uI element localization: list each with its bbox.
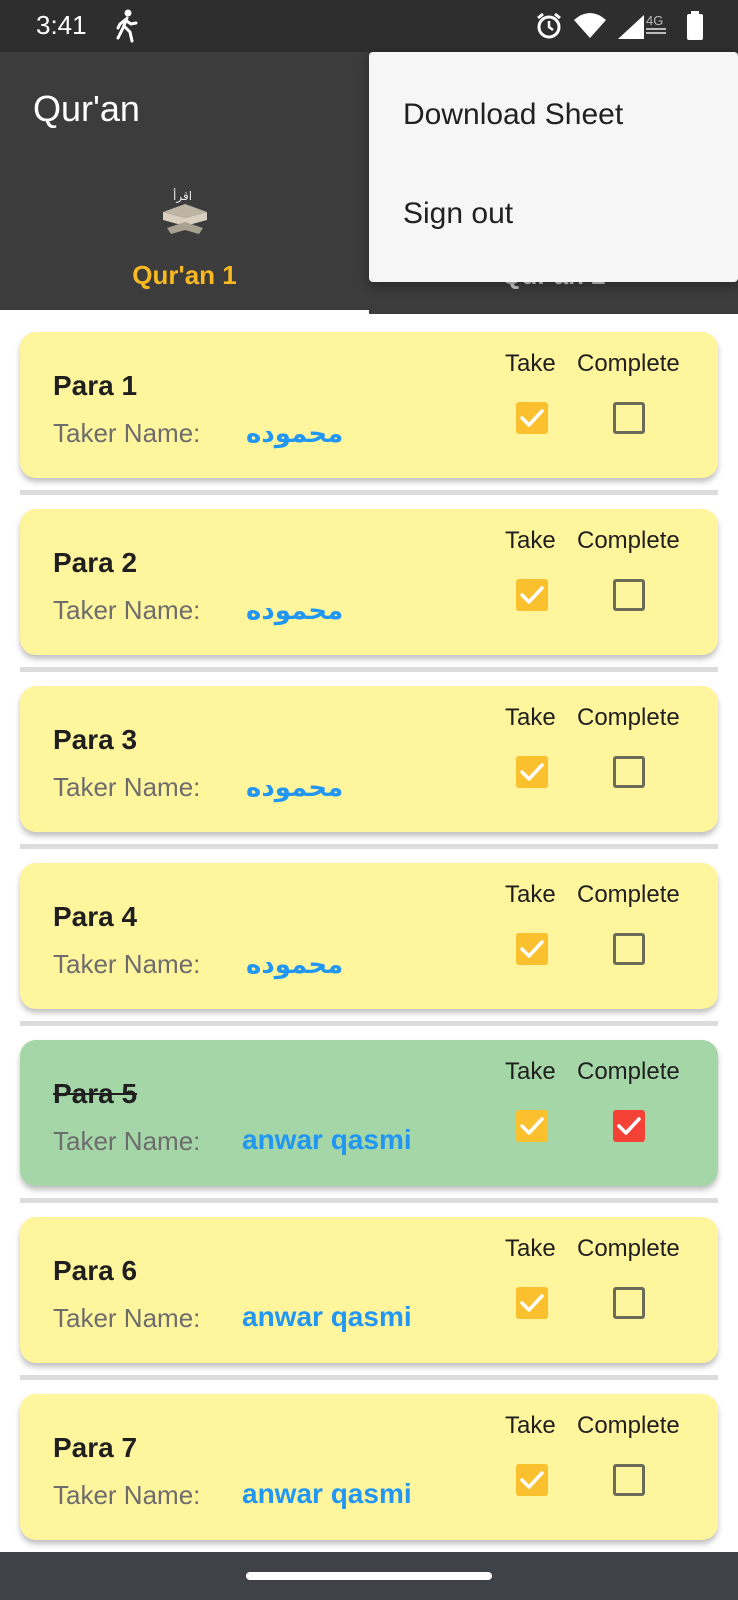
para-title: Para 6 <box>53 1255 138 1286</box>
list-divider <box>20 844 718 849</box>
complete-column-label: Complete <box>577 527 680 554</box>
complete-checkbox[interactable] <box>613 1464 645 1496</box>
take-column-label: Take <box>505 704 556 731</box>
complete-column-label: Complete <box>577 1235 680 1262</box>
complete-checkbox[interactable] <box>613 579 645 611</box>
take-column-label: Take <box>505 1058 556 1085</box>
app-title: Qur'an <box>33 88 140 129</box>
para-list[interactable]: Para 1 Taker Name: محموده Take Complete Para … <box>0 314 738 1552</box>
take-checkbox[interactable] <box>516 1287 548 1319</box>
take-checkbox[interactable] <box>516 933 548 965</box>
take-checkbox[interactable] <box>516 579 548 611</box>
menu-item-sign-out[interactable]: Sign out <box>403 197 513 231</box>
take-column-label: Take <box>505 1235 556 1262</box>
quran-book-icon: اقرأ <box>162 188 207 234</box>
list-divider <box>20 490 718 495</box>
take-checkbox[interactable] <box>516 402 548 434</box>
taker-label: Taker Name: <box>53 1126 201 1156</box>
para-title: Para 7 <box>53 1432 138 1463</box>
status-time: 3:41 <box>36 10 87 40</box>
para-title: Para 1 <box>53 370 138 401</box>
taker-name: anwar qasmi <box>242 1301 412 1332</box>
complete-checkbox[interactable] <box>613 1110 645 1142</box>
navigation-bar <box>0 1552 738 1600</box>
take-column-label: Take <box>505 1412 556 1439</box>
svg-text:اقرأ: اقرأ <box>173 188 192 204</box>
para-title: Para 5 <box>53 1078 138 1109</box>
take-checkbox[interactable] <box>516 1464 548 1496</box>
para-card[interactable]: Para 6 Taker Name: anwar qasmi Take Complete <box>20 1217 718 1363</box>
para-card[interactable]: Para 1 Taker Name: محموده Take Complete <box>20 332 718 478</box>
home-gesture-handle[interactable] <box>246 1572 492 1580</box>
wifi-icon <box>574 13 606 38</box>
list-divider <box>20 1198 718 1203</box>
taker-name: anwar qasmi <box>242 1124 412 1155</box>
taker-label: Taker Name: <box>53 949 201 979</box>
taker-name: محموده <box>246 418 344 448</box>
para-card[interactable]: Para 3 Taker Name: محموده Take Complete <box>20 686 718 832</box>
status-icons: 4G <box>534 10 704 42</box>
para-title: Para 3 <box>53 724 138 755</box>
signal-icon: 4G <box>618 13 666 39</box>
para-card[interactable]: Para 4 Taker Name: محموده Take Complete <box>20 863 718 1009</box>
taker-label: Taker Name: <box>53 1303 201 1333</box>
battery-icon <box>687 11 703 40</box>
list-divider <box>20 667 718 672</box>
take-column-label: Take <box>505 881 556 908</box>
take-column-label: Take <box>505 527 556 554</box>
alarm-icon <box>537 12 561 39</box>
tab-quran-1[interactable]: اقرأ Qur'an 1 <box>0 182 369 314</box>
taker-label: Taker Name: <box>53 595 201 625</box>
complete-checkbox[interactable] <box>613 933 645 965</box>
take-column-label: Take <box>505 350 556 377</box>
taker-label: Taker Name: <box>53 772 201 802</box>
complete-checkbox[interactable] <box>613 402 645 434</box>
complete-column-label: Complete <box>577 350 680 377</box>
taker-name: anwar qasmi <box>242 1478 412 1509</box>
taker-label: Taker Name: <box>53 1480 201 1510</box>
complete-column-label: Complete <box>577 1058 680 1085</box>
para-card[interactable]: Para 7 Taker Name: anwar qasmi Take Complete <box>20 1394 718 1540</box>
para-title: Para 2 <box>53 547 138 578</box>
taker-name: محموده <box>246 595 344 625</box>
complete-column-label: Complete <box>577 1412 680 1439</box>
complete-column-label: Complete <box>577 881 680 908</box>
list-divider <box>20 1375 718 1380</box>
walk-icon <box>116 9 138 43</box>
tab-label: Qur'an 1 <box>132 260 237 290</box>
take-checkbox[interactable] <box>516 756 548 788</box>
para-card[interactable]: Para 5 Taker Name: anwar qasmi Take Complete <box>20 1040 718 1186</box>
network-label: 4G <box>646 13 663 28</box>
overflow-menu: Download Sheet Sign out <box>369 52 738 282</box>
taker-name: محموده <box>246 772 344 802</box>
complete-checkbox[interactable] <box>613 1287 645 1319</box>
menu-item-download-sheet[interactable]: Download Sheet <box>403 98 623 132</box>
status-bar: 3:41 4G <box>0 0 738 52</box>
para-card[interactable]: Para 2 Taker Name: محموده Take Complete <box>20 509 718 655</box>
para-title: Para 4 <box>53 901 138 932</box>
taker-name: محموده <box>246 949 344 979</box>
complete-column-label: Complete <box>577 704 680 731</box>
list-divider <box>20 1021 718 1026</box>
taker-label: Taker Name: <box>53 418 201 448</box>
complete-checkbox[interactable] <box>613 756 645 788</box>
take-checkbox[interactable] <box>516 1110 548 1142</box>
